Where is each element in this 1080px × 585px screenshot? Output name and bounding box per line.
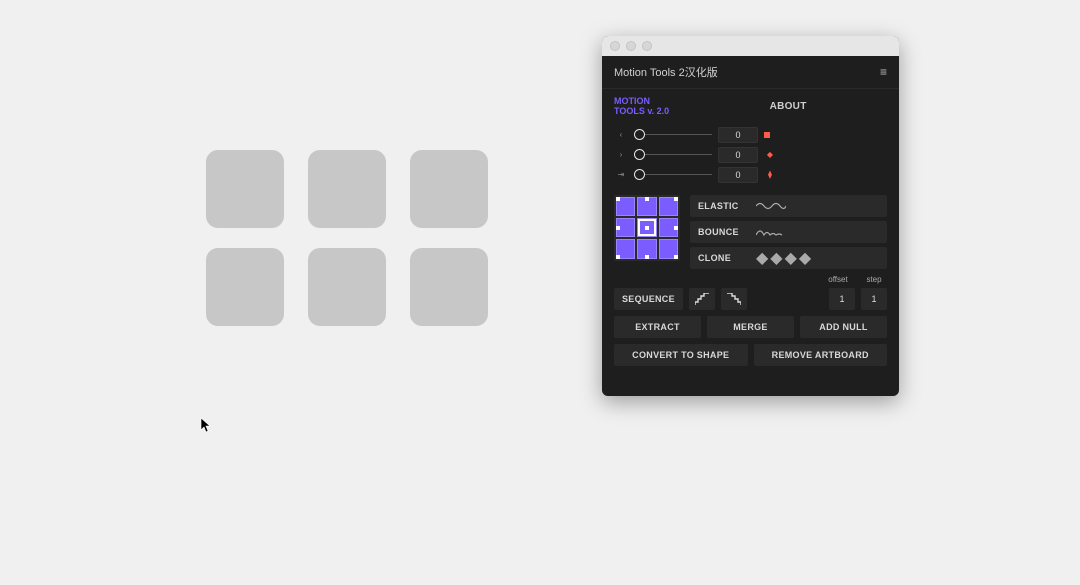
clone-button[interactable]: CLONE ◆◆◆◆ (690, 247, 887, 269)
canvas-grid (206, 150, 488, 326)
cursor-icon (200, 417, 212, 433)
ease-in-icon: ‹ (614, 130, 628, 139)
anchor-point-grid (614, 195, 680, 261)
slider-out[interactable] (634, 148, 712, 162)
canvas-shape[interactable] (206, 150, 284, 228)
anchor-middle-left[interactable] (616, 218, 635, 237)
key-out-icon[interactable]: ◆ (764, 149, 776, 161)
bounce-wave-icon (756, 227, 879, 237)
canvas-shape[interactable] (308, 248, 386, 326)
slider-both[interactable] (634, 168, 712, 182)
sequence-button[interactable]: SEQUENCE (614, 288, 683, 310)
step-field[interactable]: 1 (861, 288, 887, 310)
panel-body: ‹ 0 › 0 ◆ ⇥ 0 ⧫ (602, 121, 899, 396)
elastic-wave-icon (756, 201, 879, 211)
anchor-center[interactable] (637, 218, 656, 237)
anchor-bottom-right[interactable] (659, 239, 678, 258)
sequence-stair-up-icon[interactable] (689, 288, 715, 310)
extract-button[interactable]: EXTRACT (614, 316, 701, 338)
remove-artboard-button[interactable]: REMOVE ARTBOARD (754, 344, 888, 366)
canvas-shape[interactable] (410, 248, 488, 326)
step-label: step (861, 275, 887, 284)
anchor-middle-right[interactable] (659, 218, 678, 237)
canvas-shape[interactable] (410, 150, 488, 228)
canvas-shape[interactable] (308, 150, 386, 228)
brand-line-2: TOOLS v. 2.0 (614, 107, 669, 117)
offset-label: offset (825, 275, 851, 284)
window-zoom-icon[interactable] (642, 41, 652, 51)
sequence-stair-down-icon[interactable] (721, 288, 747, 310)
slider-in-value[interactable]: 0 (718, 127, 758, 143)
slider-out-value[interactable]: 0 (718, 147, 758, 163)
window-titlebar[interactable] (602, 36, 899, 56)
panel-menu-icon[interactable]: ≡ (880, 65, 887, 79)
slider-row-both: ⇥ 0 ⧫ (614, 165, 887, 185)
elastic-button[interactable]: ELASTIC (690, 195, 887, 217)
anchor-top-left[interactable] (616, 197, 635, 216)
tab-about[interactable]: ABOUT (689, 101, 887, 112)
window-close-icon[interactable] (610, 41, 620, 51)
slider-row-in: ‹ 0 (614, 125, 887, 145)
panel-title: Motion Tools 2汉化版 (614, 64, 718, 80)
panel-header: Motion Tools 2汉化版 ≡ (602, 56, 899, 89)
motion-tools-panel: Motion Tools 2汉化版 ≡ MOTION TOOLS v. 2.0 … (602, 36, 899, 396)
offset-step-labels: offset step (614, 275, 887, 284)
ease-out-icon: › (614, 150, 628, 159)
slider-in[interactable] (634, 128, 712, 142)
bounce-label: BOUNCE (698, 227, 748, 237)
key-in-icon[interactable] (764, 132, 770, 138)
slider-row-out: › 0 ◆ (614, 145, 887, 165)
anchor-bottom-center[interactable] (637, 239, 656, 258)
add-null-button[interactable]: ADD NULL (800, 316, 887, 338)
bounce-button[interactable]: BOUNCE (690, 221, 887, 243)
merge-button[interactable]: MERGE (707, 316, 794, 338)
anchor-top-center[interactable] (637, 197, 656, 216)
anchor-top-right[interactable] (659, 197, 678, 216)
elastic-label: ELASTIC (698, 201, 748, 211)
clone-dots-icon: ◆◆◆◆ (756, 248, 879, 268)
anchor-bottom-left[interactable] (616, 239, 635, 258)
convert-to-shape-button[interactable]: CONVERT TO SHAPE (614, 344, 748, 366)
panel-tabs: MOTION TOOLS v. 2.0 ABOUT (602, 89, 899, 121)
slider-both-value[interactable]: 0 (718, 167, 758, 183)
canvas-shape[interactable] (206, 248, 284, 326)
clone-label: CLONE (698, 253, 748, 263)
window-minimize-icon[interactable] (626, 41, 636, 51)
tab-motion-tools[interactable]: MOTION TOOLS v. 2.0 (614, 97, 669, 117)
key-both-icon[interactable]: ⧫ (764, 169, 776, 181)
ease-both-icon: ⇥ (614, 170, 628, 179)
offset-field[interactable]: 1 (829, 288, 855, 310)
